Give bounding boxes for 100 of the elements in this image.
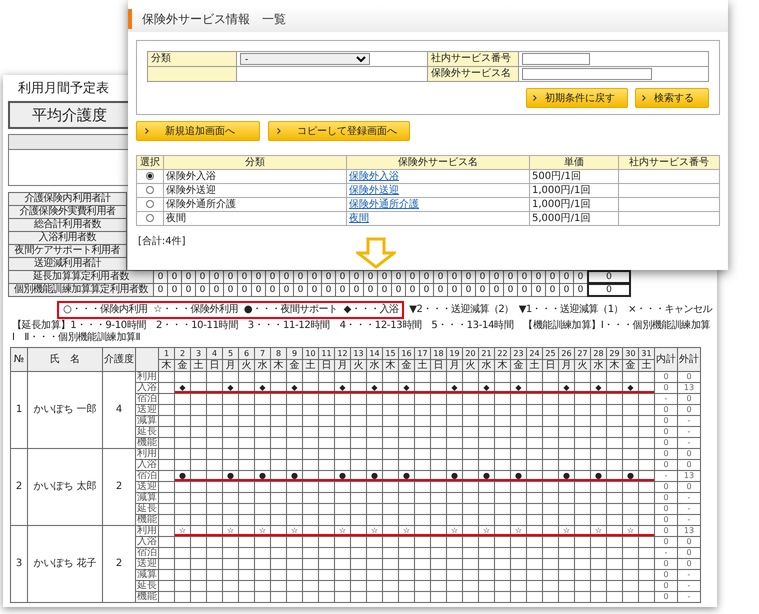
form-button[interactable]: コピーして登録画面へ xyxy=(268,121,410,141)
table-cell: 0 xyxy=(335,283,350,297)
table-cell: 0 xyxy=(433,283,448,297)
row-label: 入浴利用者数 xyxy=(8,231,127,245)
legend-item: ◆・・・入浴 xyxy=(344,304,398,316)
table-cell: 0 xyxy=(545,283,560,297)
row-label: 入浴 xyxy=(136,537,158,547)
table-cell: 3 xyxy=(11,526,27,602)
row-label: 利用 xyxy=(136,449,158,459)
chevron-icon xyxy=(533,95,537,101)
day-header: 18 xyxy=(431,348,446,359)
table-cell: 0 xyxy=(475,283,490,297)
day-header: 3 xyxy=(191,348,206,359)
day-header: 30 xyxy=(623,348,638,359)
legend-item: ×・・・キャンセル xyxy=(628,304,712,316)
day-header: 23 xyxy=(511,348,526,359)
day-header: 21 xyxy=(479,348,494,359)
row-label: 送迎 xyxy=(136,482,158,492)
table-cell: 0 xyxy=(655,460,677,470)
row-label: 宿泊 xyxy=(136,471,158,481)
weekday-header: 木 xyxy=(383,360,398,371)
table-cell: 0 xyxy=(223,283,238,297)
day-header: 27 xyxy=(575,348,590,359)
form-button[interactable]: 新規追加画面へ xyxy=(136,121,260,141)
row-label: 宿泊 xyxy=(136,394,158,404)
table-cell: - xyxy=(678,504,700,514)
table-cell: 0 xyxy=(655,482,677,492)
legend-item: ●・・・夜間サポート xyxy=(244,304,338,316)
column-header: 選択 xyxy=(136,156,164,170)
weekday-header: 土 xyxy=(639,360,654,371)
table-cell: 0 xyxy=(181,283,196,297)
weekday-header: 日 xyxy=(543,360,558,371)
chevron-icon xyxy=(642,95,646,101)
table-cell: 0 xyxy=(377,283,392,297)
table-cell: 0 xyxy=(391,283,406,297)
table-cell: 0 xyxy=(153,283,168,297)
table-cell: 2 xyxy=(103,526,135,602)
row-label: 介護保険内利用者計 xyxy=(8,192,127,206)
table-cell: 0 xyxy=(489,283,504,297)
weekday-header: 金 xyxy=(287,360,302,371)
form-button[interactable]: 検索する xyxy=(635,88,709,108)
row-label: 利用 xyxy=(136,526,158,536)
table-cell: 保険外通所介護 xyxy=(166,198,236,210)
radio-button[interactable] xyxy=(146,214,154,222)
legend-item: ▼1・・・送迎減算（1） xyxy=(518,304,624,316)
column-header: 外計 xyxy=(678,348,700,371)
weekday-header: 日 xyxy=(319,360,334,371)
row-label: 個別機能訓練加算算定利用者数 xyxy=(8,283,154,297)
table-cell: 13 xyxy=(678,526,700,536)
table-cell: 0 xyxy=(531,283,546,297)
table-cell: 0 xyxy=(655,570,677,580)
weekday-header: 月 xyxy=(447,360,462,371)
day-header: 26 xyxy=(559,348,574,359)
radio-button[interactable] xyxy=(146,172,154,180)
row-label: 機能 xyxy=(136,592,158,602)
table-cell: 0 xyxy=(461,283,476,297)
weekday-header: 水 xyxy=(479,360,494,371)
column-header: 分類 xyxy=(164,156,346,170)
input-field[interactable] xyxy=(522,68,652,80)
row-label: 入浴 xyxy=(136,383,158,393)
form-button[interactable]: 初期条件に戻す xyxy=(526,88,628,108)
radio-button[interactable] xyxy=(146,186,154,194)
table-cell: 0 xyxy=(363,283,378,297)
table-cell: - xyxy=(678,416,700,426)
table-cell: 0 xyxy=(655,526,677,536)
column-header: № xyxy=(11,348,27,371)
table-cell: 0 xyxy=(655,427,677,437)
field-label: 分類 xyxy=(148,52,236,66)
table-cell: 保険外送迎 xyxy=(166,184,216,196)
weekday-header: 水 xyxy=(591,360,606,371)
weekday-header: 土 xyxy=(415,360,430,371)
day-header: 2 xyxy=(175,348,190,359)
weekday-header: 木 xyxy=(271,360,286,371)
weekday-header: 火 xyxy=(239,360,254,371)
table-cell: 0 xyxy=(678,405,700,415)
input-field[interactable] xyxy=(522,53,590,65)
table-cell: 0 xyxy=(349,283,364,297)
radio-button[interactable] xyxy=(146,200,154,208)
table-cell: 0 xyxy=(655,581,677,591)
person-name: かいぽち 太郎 xyxy=(28,449,102,525)
table-cell: 保険外入浴 xyxy=(166,170,216,182)
day-header: 6 xyxy=(239,348,254,359)
table-cell: - xyxy=(678,427,700,437)
row-label: 延長 xyxy=(136,581,158,591)
day-header: 8 xyxy=(271,348,286,359)
table-cell: - xyxy=(678,438,700,448)
table-cell: - xyxy=(678,493,700,503)
day-header: 9 xyxy=(287,348,302,359)
row-label: 送迎減利用者計 xyxy=(8,257,127,271)
row-label: 減算 xyxy=(136,416,158,426)
weekday-header: 木 xyxy=(159,360,174,371)
table-cell: 1 xyxy=(11,372,27,448)
table-cell: 0 xyxy=(655,493,677,503)
dropdown[interactable]: - xyxy=(240,53,370,65)
service-link[interactable]: 夜間 xyxy=(349,212,369,224)
weekday-header: 水 xyxy=(255,360,270,371)
weekday-header: 土 xyxy=(527,360,542,371)
table-cell: 0 xyxy=(405,283,420,297)
table-cell: 500円/1回 xyxy=(532,170,581,182)
weekday-header: 金 xyxy=(175,360,190,371)
